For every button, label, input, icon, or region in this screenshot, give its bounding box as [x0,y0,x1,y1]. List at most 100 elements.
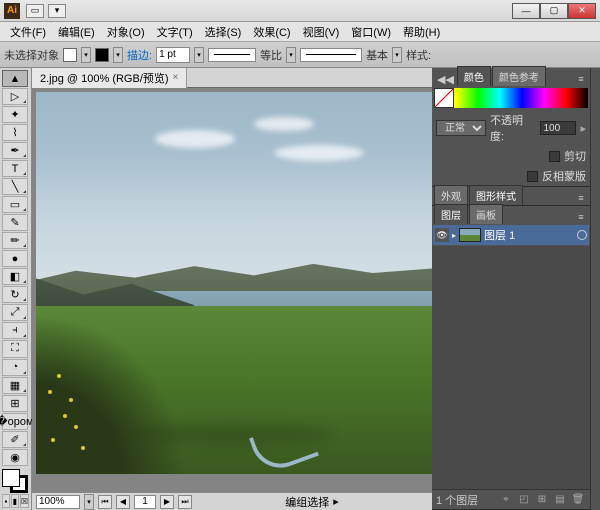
first-page-button[interactable]: ⏮ [98,495,112,509]
artboards-tab[interactable]: 画板 [469,204,503,224]
gradient-mode[interactable]: ▮ [11,494,19,508]
scale-tool[interactable]: ⤢ [2,304,28,321]
stroke-weight-dropdown[interactable]: ▾ [194,47,204,63]
blob-brush-tool[interactable]: ● [2,250,28,267]
layer-row[interactable]: 👁 ▸ 图层 1 [433,225,589,245]
none-color-icon[interactable] [434,88,454,108]
gradient-tool[interactable]: �ором [2,413,28,430]
color-guide-tab[interactable]: 颜色参考 [492,66,546,86]
uniform-dropdown[interactable]: ▾ [286,47,296,63]
stroke-profile[interactable] [208,48,256,62]
next-page-button[interactable]: ▶ [160,495,174,509]
color-spectrum[interactable] [434,88,588,108]
menu-view[interactable]: 视图(V) [297,22,346,42]
maximize-button[interactable]: ▢ [540,3,568,19]
fill-dropdown[interactable]: ▾ [81,47,91,63]
menu-select[interactable]: 选择(S) [199,22,248,42]
lasso-tool[interactable]: ⌇ [2,124,28,141]
layers-footer: 1 个图层 ⌖ ◰ ⊞ ▤ 🗑 [432,489,590,509]
image-foreground [36,314,186,474]
stroke-swatch[interactable] [95,48,109,62]
color-tab[interactable]: 颜色 [457,66,491,86]
eyedropper-tool[interactable]: ✐ [2,431,28,448]
brush-dropdown[interactable]: ▾ [392,47,402,63]
panel-collapse-icon[interactable]: ◀◀ [434,73,457,86]
rectangle-tool[interactable]: ▭ [2,196,28,213]
canvas-area[interactable] [32,88,432,492]
none-mode[interactable]: ☒ [20,494,29,508]
new-sublayer-icon[interactable]: ⊞ [534,493,550,507]
panel-menu-icon[interactable]: ≡ [574,72,588,86]
invert-mask-checkbox[interactable] [527,171,538,182]
canvas[interactable] [36,92,432,474]
opacity-input[interactable] [540,121,576,135]
line-tool[interactable]: ╲ [2,178,28,195]
blend-tool[interactable]: ◉ [2,449,28,466]
page-input[interactable] [134,495,156,509]
selection-tool[interactable]: ▲ [2,70,28,87]
layers-tab[interactable]: 图层 [434,204,468,224]
magic-wand-tool[interactable]: ✦ [2,106,28,123]
layer-name[interactable]: 图层 1 [484,227,515,243]
stroke-label[interactable]: 描边: [127,47,152,63]
locate-layer-icon[interactable]: ⌖ [498,493,514,507]
target-icon[interactable] [577,230,587,240]
document-tabs: 2.jpg @ 100% (RGB/预览) × [32,68,432,88]
menu-effect[interactable]: 效果(C) [247,22,296,42]
perspective-grid-tool[interactable]: ▦ [2,377,28,394]
menu-file[interactable]: 文件(F) [4,22,52,42]
layout-button[interactable]: ▭ [26,4,44,18]
status-arrow-icon[interactable]: ▸ [333,495,339,508]
color-panel: ◀◀ 颜色 颜色参考 ≡ 正常 不透明度: ▸ 剪切 反相蒙版 [432,68,590,187]
layout-dropdown[interactable]: ▾ [48,4,66,18]
appearance-tab[interactable]: 外观 [434,185,468,205]
panel-menu-icon[interactable]: ≡ [574,191,588,205]
window-controls: — ▢ ✕ [512,3,596,19]
new-layer-icon[interactable]: ▤ [552,493,568,507]
panel-dock-edge[interactable] [590,68,600,510]
fill-box[interactable] [2,469,20,487]
zoom-input[interactable] [36,495,80,509]
menu-object[interactable]: 对象(O) [101,22,151,42]
document-tab[interactable]: 2.jpg @ 100% (RGB/预览) × [32,68,187,88]
direct-selection-tool[interactable]: ▷ [2,88,28,105]
menu-window[interactable]: 窗口(W) [345,22,397,42]
zoom-dropdown[interactable]: ▾ [84,494,94,510]
shape-builder-tool[interactable]: ◔ [2,359,28,376]
expand-icon[interactable]: ▸ [452,231,456,240]
menu-help[interactable]: 帮助(H) [397,22,446,42]
menu-type[interactable]: 文字(T) [151,22,199,42]
graphic-styles-tab[interactable]: 图形样式 [469,185,523,205]
fill-stroke-indicator[interactable] [2,469,28,493]
width-tool[interactable]: ⫞ [2,322,28,339]
color-mode[interactable]: ▪ [2,494,10,508]
panels: ◀◀ 颜色 颜色参考 ≡ 正常 不透明度: ▸ 剪切 反相蒙版 [432,68,590,510]
stroke-dropdown[interactable]: ▾ [113,47,123,63]
close-button[interactable]: ✕ [568,3,596,19]
mesh-tool[interactable]: ⊞ [2,395,28,412]
stroke-weight-input[interactable] [156,47,190,63]
uniform-label: 等比 [260,47,282,63]
eraser-tool[interactable]: ◧ [2,268,28,285]
pen-tool[interactable]: ✒ [2,142,28,159]
free-transform-tool[interactable]: ⛶ [2,340,28,357]
blend-mode-select[interactable]: 正常 [436,120,486,136]
panel-menu-icon[interactable]: ≡ [574,210,588,224]
fill-swatch[interactable] [63,48,77,62]
paintbrush-tool[interactable]: ✎ [2,214,28,231]
rotate-tool[interactable]: ↻ [2,286,28,303]
opacity-arrows-icon[interactable]: ▸ [580,122,586,135]
clip-checkbox[interactable] [549,151,560,162]
menu-edit[interactable]: 编辑(E) [52,22,101,42]
last-page-button[interactable]: ⏭ [178,495,192,509]
minimize-button[interactable]: — [512,3,540,19]
prev-page-button[interactable]: ◀ [116,495,130,509]
delete-layer-icon[interactable]: 🗑 [570,493,586,507]
make-clipping-mask-icon[interactable]: ◰ [516,493,532,507]
type-tool[interactable]: T [2,160,28,177]
pencil-tool[interactable]: ✏ [2,232,28,249]
tab-close-icon[interactable]: × [173,72,179,83]
layer-thumbnail[interactable] [459,228,481,242]
brush-definition[interactable] [300,48,362,62]
visibility-icon[interactable]: 👁 [435,228,449,242]
